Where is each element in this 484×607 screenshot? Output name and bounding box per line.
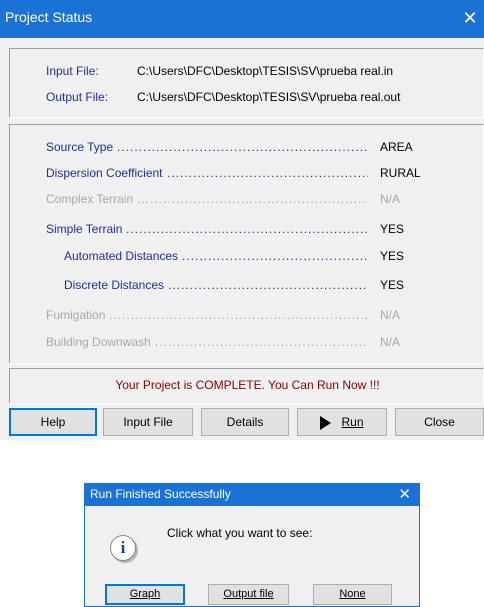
information-icon: i (110, 535, 136, 561)
dialog-title: Run Finished Successfully (90, 487, 231, 501)
param-label: Fumigation (46, 308, 106, 322)
output-file-button-label: Output file (223, 588, 274, 600)
param-label: Automated Distances (64, 249, 179, 263)
run-button-label: Run (341, 415, 364, 429)
none-button-label: None (339, 588, 366, 600)
file-info-panel: Input File: C:\Users\DFC\Desktop\TESIS\S… (9, 48, 484, 118)
help-button[interactable]: Help (9, 408, 97, 436)
play-icon (320, 415, 332, 430)
param-value: N/A (380, 335, 401, 349)
run-finished-dialog: Run Finished Successfully ✕ i Click what… (84, 483, 420, 607)
button-bar: Help Input File Details Run Close (9, 408, 484, 436)
dot-leader: ........................................… (109, 308, 368, 322)
param-label: Building Downwash (46, 335, 151, 349)
dot-leader: ........................................… (155, 335, 368, 349)
output-file-path: C:\Users\DFC\Desktop\TESIS\SV\prueba rea… (137, 90, 401, 104)
dot-leader: ........................................… (137, 192, 368, 206)
param-value: N/A (380, 308, 401, 322)
param-label: Simple Terrain (46, 222, 123, 236)
details-button[interactable]: Details (201, 408, 289, 436)
param-value: YES (380, 249, 405, 263)
graph-button-label: Graph (129, 588, 161, 600)
status-panel: Your Project is COMPLETE. You Can Run No… (9, 368, 484, 404)
param-automated-distances: Automated Distances ....................… (46, 249, 466, 267)
param-value: YES (380, 278, 405, 292)
param-discrete-distances: Discrete Distances .....................… (46, 278, 466, 296)
param-value: AREA (380, 140, 413, 154)
graph-button[interactable]: Graph (105, 584, 185, 605)
param-value: RURAL (380, 166, 421, 180)
param-label: Discrete Distances (64, 278, 165, 292)
output-file-label: Output File: (46, 90, 109, 104)
param-value: YES (380, 222, 405, 236)
param-dispersion-coefficient: Dispersion Coefficient .................… (46, 166, 466, 184)
window-title: Project Status (5, 9, 93, 25)
input-file-path: C:\Users\DFC\Desktop\TESIS\SV\prueba rea… (137, 64, 394, 78)
output-file-button[interactable]: Output file (208, 584, 289, 605)
param-value: N/A (380, 192, 401, 206)
prompt-text: Click what you want to see: (167, 526, 313, 540)
run-button[interactable]: Run (297, 408, 387, 436)
param-complex-terrain: Complex Terrain ........................… (46, 192, 466, 210)
param-label: Dispersion Coefficient (46, 166, 163, 180)
input-file-label: Input File: (46, 64, 99, 78)
status-message: Your Project is COMPLETE. You Can Run No… (115, 378, 380, 392)
dot-leader: ........................................… (117, 140, 368, 154)
close-button[interactable]: Close (395, 408, 484, 436)
param-source-type: Source Type ............................… (46, 140, 466, 158)
dot-leader: ........................................… (168, 278, 368, 292)
param-fumigation: Fumigation .............................… (46, 308, 466, 326)
param-simple-terrain: Simple Terrain .........................… (46, 222, 466, 240)
close-icon[interactable]: ✕ (398, 485, 411, 505)
dot-leader: ........................................… (182, 249, 368, 263)
project-status-window: Project Status ✕ Input File: C:\Users\DF… (0, 0, 484, 440)
param-label: Source Type (46, 140, 114, 154)
parameters-panel: Source Type ............................… (9, 124, 484, 364)
none-button[interactable]: None (313, 584, 392, 605)
param-label: Complex Terrain (46, 192, 134, 206)
title-bar[interactable]: Run Finished Successfully ✕ (85, 484, 419, 506)
param-building-downwash: Building Downwash ......................… (46, 335, 466, 353)
dot-leader: ........................................… (126, 222, 368, 236)
close-icon[interactable]: ✕ (458, 4, 482, 32)
input-file-button[interactable]: Input File (103, 408, 193, 436)
title-bar[interactable]: Project Status ✕ (0, 0, 484, 38)
dot-leader: ........................................… (167, 166, 368, 180)
